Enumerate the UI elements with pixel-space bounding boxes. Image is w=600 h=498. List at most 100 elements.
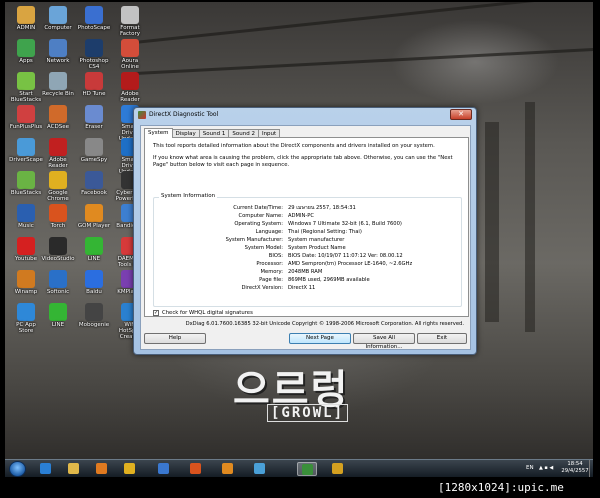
desktop-icon[interactable]: DriverScape bbox=[9, 138, 43, 163]
taskbar-item[interactable] bbox=[153, 462, 173, 476]
close-button[interactable]: ✕ bbox=[450, 109, 472, 120]
system-tray[interactable]: ▲ ▪ ◀ bbox=[539, 465, 553, 471]
desktop-icon[interactable]: ACDSee bbox=[41, 105, 75, 130]
save-all-information-button[interactable]: Save All Information... bbox=[353, 333, 415, 350]
desktop-icon[interactable]: Apps bbox=[9, 39, 43, 64]
desktop-icon[interactable]: Adobe Reader bbox=[41, 138, 75, 169]
desktop-icon[interactable]: LINE bbox=[77, 237, 111, 262]
desktop-icon-label: Format Factory bbox=[119, 25, 141, 37]
taskbar-item[interactable] bbox=[63, 462, 83, 476]
desktop-icon-label: ADMIN bbox=[16, 25, 36, 31]
desktop-icon[interactable]: Google Chrome bbox=[41, 171, 75, 202]
directx-diagnostic-dialog: DirectX Diagnostic Tool ✕ System Display S… bbox=[133, 107, 477, 355]
system-info-row: Processor: AMD Sempron(tm) Processor LE-1… bbox=[154, 261, 463, 268]
next-page-button[interactable]: Next Page bbox=[289, 333, 351, 344]
taskbar-item[interactable] bbox=[249, 462, 269, 476]
desktop-icon[interactable]: Winamp bbox=[9, 270, 43, 295]
desktop-icon[interactable]: Youtube bbox=[9, 237, 43, 262]
desktop-icon[interactable]: Baidu bbox=[77, 270, 111, 295]
checkbox-check-icon[interactable]: ✓ bbox=[153, 310, 159, 316]
system-info-key: Current Date/Time: bbox=[233, 205, 283, 211]
desktop-icon[interactable]: LINE bbox=[41, 303, 75, 328]
desktop-icon[interactable]: HD Tune bbox=[77, 72, 111, 97]
desktop-icon[interactable]: GOM Player bbox=[77, 204, 111, 229]
desktop-icon[interactable]: ADMIN bbox=[9, 6, 43, 31]
desktop-icon[interactable]: FunPlusPlus bbox=[9, 105, 43, 130]
system-info-value: DirectX 11 bbox=[288, 285, 316, 291]
taskbar-item[interactable] bbox=[297, 462, 317, 476]
system-info-row: Memory: 2048MB RAM bbox=[154, 269, 463, 276]
desktop-icon[interactable]: Photoshop CS4 bbox=[77, 39, 111, 70]
taskbar-item[interactable] bbox=[327, 462, 347, 476]
gom-player-icon bbox=[221, 463, 233, 474]
desktop-icon-label: DriverScape bbox=[9, 157, 43, 163]
tab-system[interactable]: System bbox=[144, 128, 173, 138]
clock-time: 18:54 bbox=[567, 461, 583, 467]
system-info-row: Computer Name: ADMIN-PC bbox=[154, 213, 463, 220]
taskbar-item[interactable] bbox=[217, 462, 237, 476]
youtube-icon bbox=[17, 237, 35, 255]
desktop-icon[interactable]: Recycle Bin bbox=[41, 72, 75, 97]
desktop-icon[interactable]: PC App Store bbox=[9, 303, 43, 334]
taskbar-item[interactable] bbox=[119, 462, 139, 476]
app-icon bbox=[85, 105, 103, 123]
taskbar-item[interactable] bbox=[185, 462, 205, 476]
game-icon bbox=[17, 105, 35, 123]
desktop-icon[interactable]: Music bbox=[9, 204, 43, 229]
system-info-row: BIOS: BIOS Date: 10/19/07 11:07:12 Ver: 0… bbox=[154, 253, 463, 260]
desktop-icon[interactable]: BlueStacks bbox=[9, 171, 43, 196]
start-button[interactable] bbox=[9, 461, 26, 477]
screenshot-frame: ADMIN Computer PhotoScape Format Factory App… bbox=[0, 0, 600, 498]
desktop-icon-label: PC App Store bbox=[16, 322, 36, 334]
copyright-text: DxDiag 6.01.7600.16385 32-bit Unicode Co… bbox=[185, 321, 464, 327]
desktop-icon[interactable]: Eraser bbox=[77, 105, 111, 130]
desktop-icon[interactable]: Aoura Online bbox=[113, 39, 147, 70]
dialog-title: DirectX Diagnostic Tool bbox=[149, 111, 219, 118]
desktop-icon[interactable]: Torch bbox=[41, 204, 75, 229]
desktop-icon-label: Youtube bbox=[15, 256, 37, 262]
game-icon bbox=[85, 138, 103, 156]
user-folder-icon bbox=[17, 6, 35, 24]
desktop-icon[interactable]: VideoStudio bbox=[41, 237, 75, 262]
desktop-icon[interactable]: Start BlueStacks bbox=[9, 72, 43, 103]
help-text: If you know what area is causing the pro… bbox=[153, 155, 453, 168]
clock[interactable]: 18:54 29/4/2557 bbox=[561, 461, 589, 475]
gom-player-icon bbox=[85, 204, 103, 222]
star-app-icon bbox=[157, 463, 169, 474]
network-icon bbox=[49, 39, 67, 57]
desktop-icon[interactable]: GameSpy bbox=[77, 138, 111, 163]
desktop-icon-label: LINE bbox=[51, 322, 65, 328]
help-button[interactable]: Help bbox=[144, 333, 206, 344]
desktop-icon[interactable]: Format Factory bbox=[113, 6, 147, 37]
language-indicator[interactable]: EN bbox=[526, 465, 534, 471]
exit-button[interactable]: Exit bbox=[417, 333, 467, 344]
desktop-icon[interactable]: Mobogenie bbox=[77, 303, 111, 328]
whql-checkbox[interactable]: ✓ Check for WHQL digital signatures bbox=[153, 310, 253, 316]
format-factory-icon bbox=[121, 6, 139, 24]
system-information-group: Current Date/Time: 29 เมษายน 2557, 18:54:… bbox=[153, 197, 462, 307]
desktop-icon[interactable]: Computer bbox=[41, 6, 75, 31]
desktop-icon[interactable]: PhotoScape bbox=[77, 6, 111, 31]
system-info-key: Operating System: bbox=[234, 221, 283, 227]
intro-text: This tool reports detailed information a… bbox=[153, 143, 435, 149]
desktop-icon-label: Eraser bbox=[85, 124, 103, 130]
desktop-icon-label: Recycle Bin bbox=[42, 91, 74, 97]
dialog-titlebar[interactable]: DirectX Diagnostic Tool ✕ bbox=[134, 108, 476, 122]
system-info-row: Operating System: Windows 7 Ultimate 32-b… bbox=[154, 221, 463, 228]
desktop-icon[interactable]: Facebook bbox=[77, 171, 111, 196]
system-info-value: Thai (Regional Setting: Thai) bbox=[288, 229, 362, 235]
show-desktop-button[interactable] bbox=[589, 460, 593, 477]
taskbar-item[interactable] bbox=[91, 462, 111, 476]
desktop-icon-label: PhotoScape bbox=[77, 25, 111, 31]
desktop-icon-label: Softonic bbox=[46, 289, 70, 295]
taskbar-item[interactable] bbox=[35, 462, 55, 476]
photoshop-icon bbox=[85, 39, 103, 57]
desktop-icon[interactable]: Adobe Reader bbox=[113, 72, 147, 103]
driver-icon bbox=[17, 138, 35, 156]
directx-icon bbox=[301, 464, 313, 475]
photos-icon bbox=[253, 463, 265, 474]
desktop-icon[interactable]: Softonic bbox=[41, 270, 75, 295]
desktop-icon[interactable]: Network bbox=[41, 39, 75, 64]
system-info-key: DirectX Version: bbox=[241, 285, 283, 291]
line-icon bbox=[85, 237, 103, 255]
